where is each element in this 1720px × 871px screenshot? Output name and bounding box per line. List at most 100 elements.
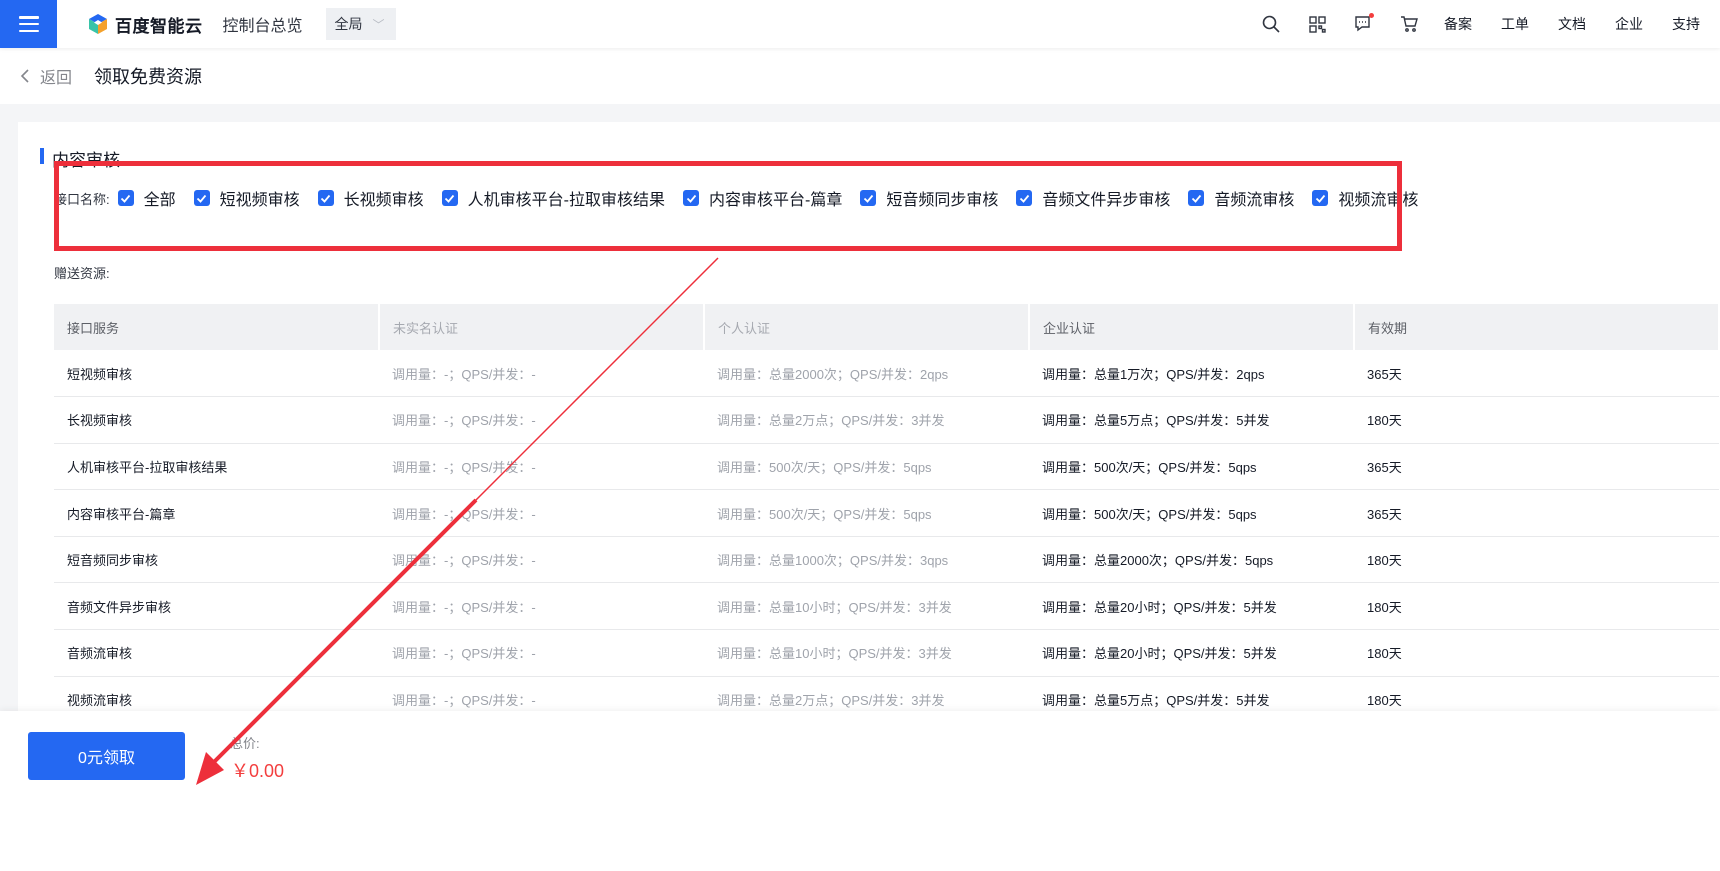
checkbox-checked-icon <box>441 190 458 206</box>
table-cell: 调用量：总量10小时；QPS/并发：3并发 <box>704 629 1029 677</box>
top-navigation-bar: 百度智能云 控制台总览 全局 ﹀ 备案 工单 文档 企业 支持 <box>0 0 1720 48</box>
nav-link-ticket[interactable]: 工单 <box>1501 14 1529 34</box>
table-row: 音频文件异步审核 调用量：-；QPS/并发：- 调用量：总量10小时；QPS/并… <box>54 582 1719 631</box>
region-value: 全局 <box>334 16 363 32</box>
table-cell: 人机审核平台-拉取审核结果 <box>54 443 379 491</box>
checkbox-human-machine-review[interactable]: 人机审核平台-拉取审核结果 <box>441 186 666 210</box>
table-cell: 内容审核平台-篇章 <box>54 489 379 537</box>
checkbox-label: 短视频审核 <box>219 192 300 209</box>
checkbox-checked-icon <box>1188 190 1205 206</box>
region-selector[interactable]: 全局 ﹀ <box>325 8 396 40</box>
table-cell: 调用量：总量2000次；QPS/并发：2qps <box>704 350 1029 398</box>
checkbox-checked-icon <box>317 190 334 206</box>
checkbox-checked-icon <box>683 190 700 206</box>
checkbox-short-audio[interactable]: 短音频同步审核 <box>860 186 998 210</box>
checkbox-audio-file-async[interactable]: 音频文件异步审核 <box>1016 186 1170 210</box>
chevron-left-icon <box>20 69 29 83</box>
table-cell: 调用量：-；QPS/并发：- <box>379 489 704 537</box>
table-row: 内容审核平台-篇章 调用量：-；QPS/并发：- 调用量：500次/天；QPS/… <box>54 489 1719 537</box>
table-row: 长视频审核 调用量：-；QPS/并发：- 调用量：总量2万点；QPS/并发：3并… <box>54 396 1719 444</box>
checkbox-label: 音频流审核 <box>1214 192 1295 209</box>
table-header-row: 接口服务 未实名认证 个人认证 企业认证 有效期 <box>54 304 1720 350</box>
table-cell: 调用量：500次/天；QPS/并发：5qps <box>704 489 1029 537</box>
table-cell: 调用量：-；QPS/并发：- <box>379 536 704 584</box>
nav-link-filing[interactable]: 备案 <box>1444 14 1472 34</box>
table-cell: 调用量：500次/天；QPS/并发：5qps <box>1029 489 1354 537</box>
checkbox-checked-icon <box>117 190 134 206</box>
checkbox-all[interactable]: 全部 <box>117 186 176 210</box>
table-cell: 调用量：500次/天；QPS/并发：5qps <box>1029 443 1354 491</box>
checkbox-video-stream[interactable]: 视频流审核 <box>1312 186 1418 210</box>
table-cell: 调用量：-；QPS/并发：- <box>379 629 704 677</box>
checkbox-long-video[interactable]: 长视频审核 <box>317 186 424 210</box>
table-cell: 调用量：总量1000次；QPS/并发：3qps <box>704 536 1029 584</box>
page-title: 领取免费资源 <box>94 67 203 87</box>
table-cell: 音频流审核 <box>54 629 379 677</box>
table-cell: 调用量：总量1万次；QPS/并发：2qps <box>1029 350 1354 398</box>
checkbox-checked-icon <box>1016 190 1033 206</box>
checkbox-label: 人机审核平台-拉取审核结果 <box>467 192 666 209</box>
checkbox-audio-stream[interactable]: 音频流审核 <box>1188 186 1294 210</box>
checkbox-short-video[interactable]: 短视频审核 <box>193 186 300 210</box>
table-row: 短视频审核 调用量：-；QPS/并发：- 调用量：总量2000次；QPS/并发：… <box>54 350 1719 398</box>
nav-link-enterprise[interactable]: 企业 <box>1615 14 1643 34</box>
qrcode-icon[interactable] <box>1306 13 1328 35</box>
table-cell: 调用量：-；QPS/并发：- <box>379 350 704 398</box>
brand-logo[interactable]: 百度智能云 <box>87 12 203 37</box>
checkbox-label: 内容审核平台-篇章 <box>709 192 843 209</box>
table-row: 人机审核平台-拉取审核结果 调用量：-；QPS/并发：- 调用量：500次/天；… <box>54 443 1719 491</box>
resource-table: 接口服务 未实名认证 个人认证 企业认证 有效期 短视频审核 调用量：-；QPS… <box>54 304 1720 724</box>
claim-free-button[interactable]: 0元领取 <box>28 732 185 780</box>
table-cell: 短音频同步审核 <box>54 536 379 584</box>
checkbox-article-review[interactable]: 内容审核平台-篇章 <box>683 186 842 210</box>
checkbox-checked-icon <box>860 190 877 206</box>
back-label: 返回 <box>40 70 73 87</box>
checkbox-label: 长视频审核 <box>343 192 424 209</box>
table-cell: 长视频审核 <box>54 396 379 444</box>
table-cell: 调用量：总量2万点；QPS/并发：3并发 <box>704 396 1029 444</box>
checkbox-checked-icon <box>1312 190 1329 206</box>
column-header: 有效期 <box>1354 304 1720 350</box>
nav-link-docs[interactable]: 文档 <box>1558 14 1586 34</box>
table-cell: 365天 <box>1354 489 1719 537</box>
checkbox-label: 音频文件异步审核 <box>1042 192 1171 209</box>
table-cell: 音频文件异步审核 <box>54 582 379 631</box>
table-cell: 调用量：总量20小时；QPS/并发：5并发 <box>1029 629 1354 677</box>
table-row: 音频流审核 调用量：-；QPS/并发：- 调用量：总量10小时；QPS/并发：3… <box>54 629 1719 677</box>
column-header: 个人认证 <box>704 304 1030 350</box>
table-cell: 365天 <box>1354 443 1719 491</box>
table-cell: 调用量：总量2000次；QPS/并发：5qps <box>1029 536 1354 584</box>
message-icon[interactable] <box>1352 13 1374 35</box>
brand-name: 百度智能云 <box>115 16 203 36</box>
table-cell: 调用量：500次/天；QPS/并发：5qps <box>704 443 1029 491</box>
table-cell: 调用量：总量20小时；QPS/并发：5并发 <box>1029 582 1354 631</box>
nav-link-support[interactable]: 支持 <box>1672 14 1700 34</box>
api-name-label: 接口名称: <box>54 191 110 207</box>
section-title: 内容审核 <box>40 146 120 171</box>
cube-logo-icon <box>89 14 107 34</box>
search-icon[interactable] <box>1260 13 1282 35</box>
table-cell: 调用量：-；QPS/并发：- <box>379 443 704 491</box>
table-cell: 180天 <box>1354 629 1719 677</box>
console-overview-link[interactable]: 控制台总览 <box>223 12 303 36</box>
notification-dot <box>1369 13 1374 18</box>
checkbox-label: 全部 <box>143 192 176 209</box>
table-cell: 180天 <box>1354 396 1719 444</box>
cart-icon[interactable] <box>1398 13 1420 35</box>
menu-button[interactable] <box>0 0 57 48</box>
table-cell: 调用量：-；QPS/并发：- <box>379 582 704 631</box>
column-header: 企业认证 <box>1029 304 1355 350</box>
table-cell: 调用量：总量5万点；QPS/并发：5并发 <box>1029 396 1354 444</box>
checkout-footer: 0元领取 总价: ￥0.00 <box>0 711 1720 871</box>
back-button[interactable]: 返回 <box>20 64 72 88</box>
chevron-down-icon: ﹀ <box>372 17 385 32</box>
table-row: 短音频同步审核 调用量：-；QPS/并发：- 调用量：总量1000次；QPS/并… <box>54 536 1719 584</box>
column-header: 接口服务 <box>54 304 380 350</box>
total-price-value: ￥0.00 <box>231 761 285 781</box>
table-cell: 180天 <box>1354 582 1719 631</box>
hamburger-icon <box>18 16 39 32</box>
table-cell: 180天 <box>1354 536 1719 584</box>
table-cell: 短视频审核 <box>54 350 379 398</box>
table-cell: 调用量：-；QPS/并发：- <box>379 396 704 444</box>
page-header: 返回 领取免费资源 <box>0 48 1720 104</box>
